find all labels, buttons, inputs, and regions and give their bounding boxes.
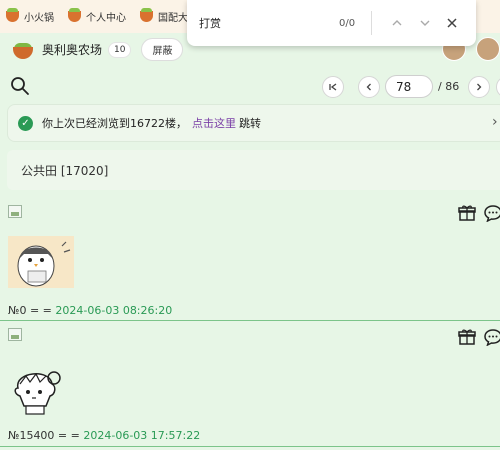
broken-image-icon <box>8 328 22 341</box>
page-number-input[interactable] <box>385 75 433 98</box>
chevron-up-icon[interactable] <box>386 11 410 35</box>
chevron-right-icon[interactable]: › <box>492 114 498 130</box>
first-page-icon[interactable] <box>322 76 344 98</box>
anime-girl-sticker <box>14 371 61 415</box>
toolbar: / 86 <box>0 70 500 102</box>
hotpot-icon <box>68 8 81 22</box>
block-button[interactable]: 屏蔽 <box>141 38 184 61</box>
floor-number: №0 <box>8 304 27 317</box>
gift-icon[interactable] <box>458 328 476 346</box>
floor-number: №15400 <box>8 429 55 442</box>
count-badge: 10 <box>108 41 132 58</box>
nav-item-profile[interactable]: 个人中心 <box>68 8 126 24</box>
resume-notice: ✓ 你上次已经浏览到16722楼， 点击这里 跳转 › <box>7 104 500 142</box>
comment-icon[interactable] <box>484 328 500 346</box>
post-meta: №0 = = 2024-06-03 08:26:20 <box>8 304 172 317</box>
meta-separator: = = <box>54 429 84 442</box>
hotpot-icon <box>140 8 153 22</box>
post-date: 2024-06-03 17:57:22 <box>83 429 201 442</box>
forum-logo-icon <box>12 40 34 60</box>
find-input[interactable] <box>199 12 329 34</box>
find-bar: 0/0 <box>187 0 476 46</box>
avatar[interactable] <box>476 37 500 61</box>
page-total: / 86 <box>438 80 460 93</box>
penguin-sticker <box>8 236 74 288</box>
notice-suffix: 跳转 <box>239 117 261 130</box>
post-meta: №15400 = = 2024-06-03 17:57:22 <box>8 429 200 442</box>
nav-item-hotpot[interactable]: 小火锅 <box>6 8 54 24</box>
hotpot-icon <box>6 8 19 22</box>
chevron-down-icon[interactable] <box>413 11 437 35</box>
prev-page-icon[interactable] <box>358 76 380 98</box>
meta-separator: = = <box>26 304 56 317</box>
close-icon[interactable] <box>441 11 465 35</box>
next-page-icon[interactable] <box>468 76 490 98</box>
jump-link[interactable]: 点击这里 <box>192 115 236 131</box>
gift-icon[interactable] <box>458 204 476 222</box>
thread-title-text: 公共田 [17020] <box>21 163 109 178</box>
notice-text: 你上次已经浏览到16722楼， <box>42 117 187 130</box>
nav-item-label: 个人中心 <box>86 13 126 24</box>
post-divider <box>0 320 500 321</box>
comment-icon[interactable] <box>484 204 500 222</box>
last-page-icon[interactable] <box>496 76 500 98</box>
post-divider <box>0 446 500 447</box>
post-date: 2024-06-03 08:26:20 <box>55 304 173 317</box>
check-circle-icon: ✓ <box>18 115 33 131</box>
find-match-count: 0/0 <box>339 17 356 29</box>
nav-item-label: 小火锅 <box>24 13 54 24</box>
divider <box>370 11 372 35</box>
forum-title[interactable]: 奥利奥农场 <box>42 41 102 58</box>
thread-title: 公共田 [17020] <box>7 150 500 190</box>
broken-image-icon <box>8 205 22 218</box>
search-icon[interactable] <box>10 76 30 96</box>
